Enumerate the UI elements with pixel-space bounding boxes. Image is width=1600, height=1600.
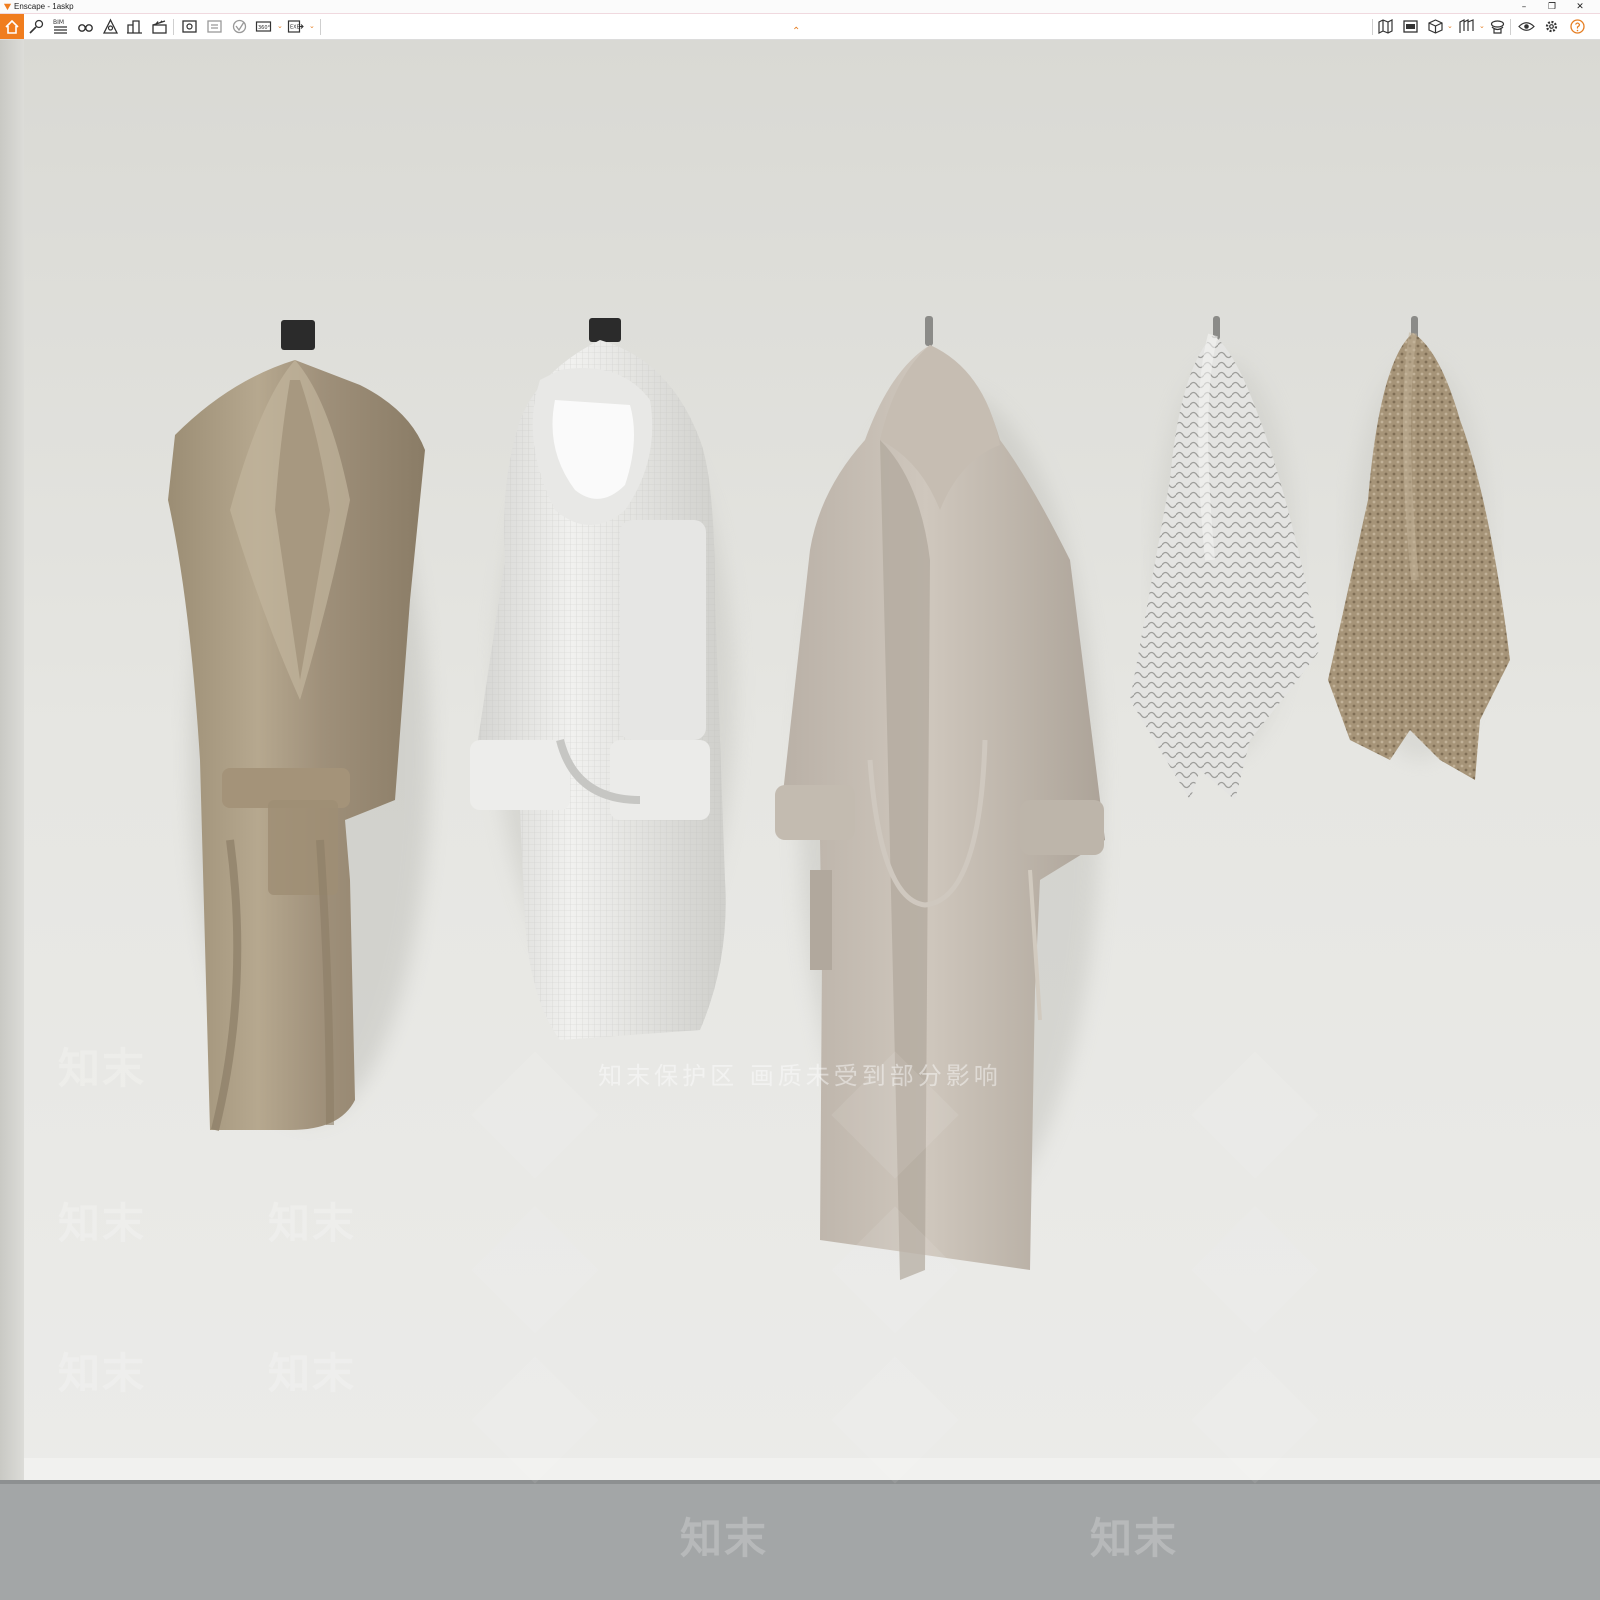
views-button[interactable] [1400,16,1421,37]
video-editor-button[interactable] [149,16,170,37]
baseboard [24,1458,1600,1480]
side-wall [0,40,24,1510]
chevron-down-icon[interactable]: ⌄ [309,22,315,30]
chevron-down-icon[interactable]: ⌄ [1479,22,1485,30]
toolbar-separator [1510,19,1511,35]
eye-settings-icon [1518,22,1535,31]
web-standalone-button[interactable] [229,16,250,37]
upload-button[interactable] [1487,16,1508,37]
svg-text:360°: 360° [258,25,271,31]
toolbar-separator [1372,19,1373,35]
screenshot-button[interactable] [179,16,200,37]
hook-2 [589,318,621,342]
minimize-button[interactable]: – [1510,0,1538,13]
watermark-text: 知末 [58,1199,147,1248]
binoculars-icon [78,24,93,32]
toolbar-separator [173,19,174,35]
video-editor-icon [152,20,167,34]
eye-settings-button[interactable] [1516,16,1537,37]
settings-button[interactable] [1541,16,1562,37]
material-editor-button[interactable] [1456,16,1477,37]
export-exe-icon: EXE [287,20,304,33]
watermark-text: 知末 [58,1044,147,1093]
web-standalone-icon [232,19,247,34]
home-button[interactable] [0,14,24,39]
watermark-text: 知末 [680,1514,769,1563]
material-editor-icon [1459,19,1474,33]
batch-render-icon [207,20,222,33]
watermark-text: 知末 [58,1349,147,1398]
cube-icon [1428,19,1443,34]
buildings-button[interactable] [124,16,145,37]
screenshot-icon [182,20,197,33]
collapse-toolbar-chevron-icon[interactable]: ⌃ [792,26,800,37]
svg-text:EXE: EXE [290,25,300,31]
restore-button[interactable]: ❐ [1538,0,1566,13]
batch-render-button[interactable] [204,16,225,37]
scene-render [0,40,1600,1600]
enscape-app-icon [3,3,12,11]
render-viewport[interactable]: 知末保护区 画质未受到部分影响 知末 知末 知末 知末 知末 知末 知末 [0,40,1600,1600]
window-title: Enscape - 1askp [14,2,74,11]
asset-library-button[interactable] [26,16,47,37]
panorama-360-button[interactable]: 360° [253,16,274,37]
gear-icon [1545,20,1558,33]
map-icon [1378,19,1393,34]
export-exe-button[interactable]: EXE [285,16,306,37]
close-button[interactable]: ✕ [1566,0,1594,13]
upload-icon [1490,20,1505,34]
views-icon [1403,20,1418,33]
chevron-down-icon[interactable]: ⌄ [277,22,283,30]
bim-button[interactable]: BIM [50,16,71,37]
hook-3 [925,316,933,346]
svg-text:BIM: BIM [53,19,64,26]
toolbar-separator [320,19,321,35]
help-button[interactable] [1567,16,1588,37]
watermark-banner: 知末保护区 画质未受到部分影响 [598,1062,1002,1090]
visual-settings-icon [102,18,119,34]
chevron-down-icon[interactable]: ⌄ [1447,22,1453,30]
visual-settings-button[interactable] [100,16,121,37]
watermark-text: 知末 [268,1199,357,1248]
window-titlebar: Enscape - 1askp – ❐ ✕ [0,0,1600,14]
buildings-icon [127,20,142,34]
map-button[interactable] [1375,16,1396,37]
home-icon [5,19,19,34]
watermark-text: 知末 [1090,1514,1179,1563]
binoculars-button[interactable] [75,16,96,37]
bim-icon: BIM [53,19,67,34]
floor [0,1480,1600,1600]
panorama-360-icon: 360° [255,21,272,32]
hook-1 [281,320,315,350]
cube-button[interactable] [1425,16,1446,37]
watermark-text: 知末 [268,1349,357,1398]
asset-library-icon [29,19,44,34]
help-icon [1570,19,1585,34]
